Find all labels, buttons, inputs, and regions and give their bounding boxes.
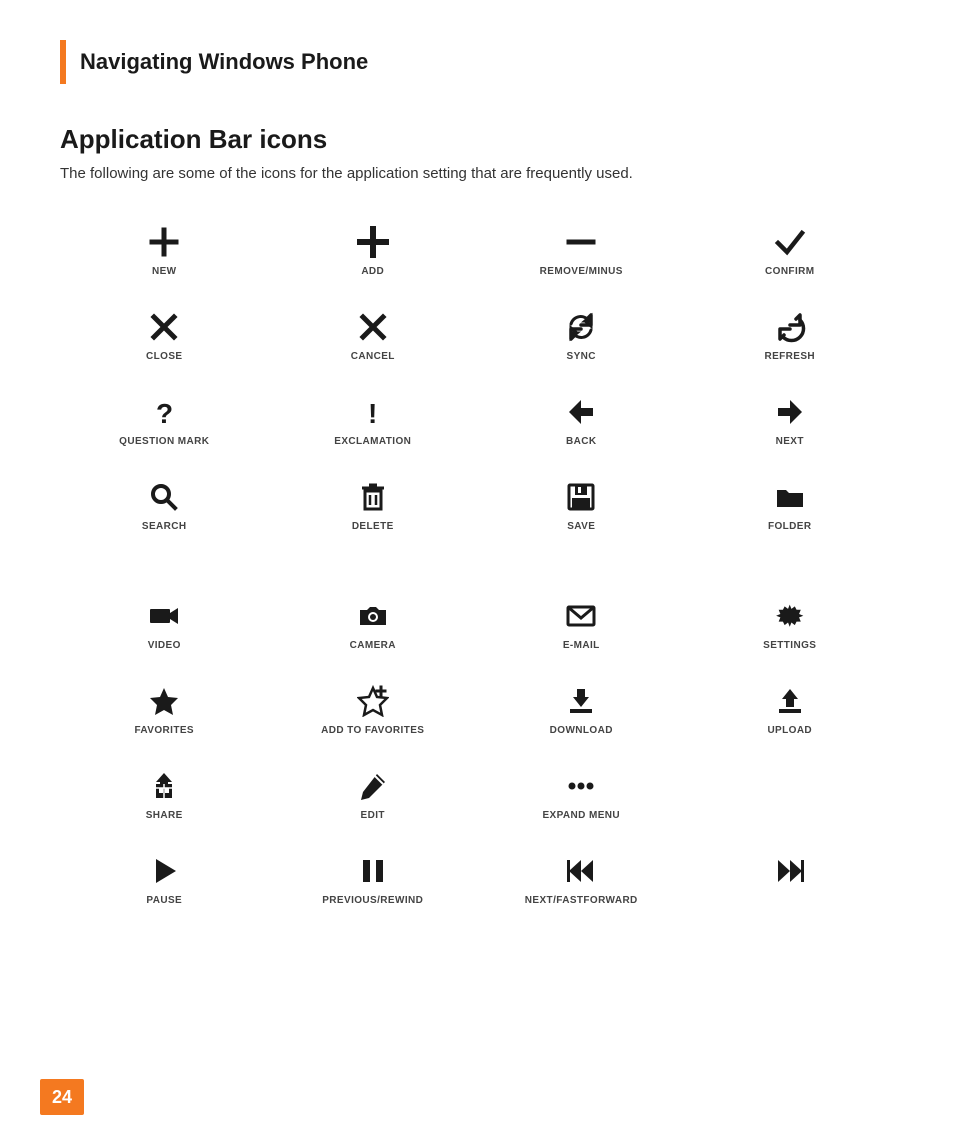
- section-title: Application Bar icons: [60, 124, 894, 155]
- icon-add: ADD: [269, 212, 478, 287]
- icon-expand-menu: EXPAND MENU: [477, 756, 686, 831]
- icon-add-to-favorites: ADD TO FAVORITES: [269, 671, 478, 746]
- icon-upload: UPLOAD: [686, 671, 895, 746]
- icon-next-fastforward: [686, 841, 895, 916]
- icon-remove-minus: REMOVE/MINUS: [477, 212, 686, 287]
- icon-pause: PREVIOUS/REWIND: [269, 841, 478, 916]
- icon-settings: SETTINGS: [686, 586, 895, 661]
- spacer: [477, 552, 686, 576]
- icon-sync: SYNC: [477, 297, 686, 372]
- icon-save-label: SAVE: [567, 521, 595, 532]
- icon-next-label: NEXT: [776, 436, 804, 447]
- spacer: [60, 552, 269, 576]
- icon-favorites: FAVORITES: [60, 671, 269, 746]
- icon-delete: DELETE: [269, 467, 478, 542]
- icon-back-label: BACK: [566, 436, 597, 447]
- svg-text:?: ?: [156, 398, 173, 428]
- section-description: The following are some of the icons for …: [60, 165, 894, 182]
- icon-pause-label: PREVIOUS/REWIND: [322, 895, 423, 906]
- icon-close-label: CLOSE: [146, 351, 182, 362]
- icon-play: PAUSE: [60, 841, 269, 916]
- icon-search-label: SEARCH: [142, 521, 187, 532]
- icon-new: NEW: [60, 212, 269, 287]
- icon-settings-label: SETTINGS: [763, 640, 816, 651]
- icon-exclamation-label: EXCLAMATION: [334, 436, 411, 447]
- icon-camera: CAMERA: [269, 586, 478, 661]
- icon-back: BACK: [477, 382, 686, 457]
- icon-edit: EDIT: [269, 756, 478, 831]
- spacer: [686, 552, 895, 576]
- icon-search: SEARCH: [60, 467, 269, 542]
- icon-folder: FOLDER: [686, 467, 895, 542]
- icon-email: E-MAIL: [477, 586, 686, 661]
- icon-add-to-favorites-label: ADD TO FAVORITES: [321, 725, 424, 736]
- svg-text:!: !: [368, 398, 377, 428]
- icon-download-label: DOWNLOAD: [550, 725, 613, 736]
- page-title: Navigating Windows Phone: [80, 49, 368, 75]
- icon-share: SHARE: [60, 756, 269, 831]
- icon-confirm-label: CONFIRM: [765, 266, 814, 277]
- spacer: [269, 552, 478, 576]
- icon-email-label: E-MAIL: [563, 640, 600, 651]
- icon-remove-minus-label: REMOVE/MINUS: [540, 266, 623, 277]
- icon-confirm: CONFIRM: [686, 212, 895, 287]
- icon-sync-label: SYNC: [567, 351, 596, 362]
- icon-refresh: REFRESH: [686, 297, 895, 372]
- icon-previous-rewind: NEXT/FASTFORWARD: [477, 841, 686, 916]
- page-header: Navigating Windows Phone: [60, 40, 894, 84]
- icon-refresh-label: REFRESH: [764, 351, 815, 362]
- orange-accent-bar: [60, 40, 66, 84]
- icon-folder-label: FOLDER: [768, 521, 812, 532]
- icons-grid: NEW ADD REMOVE/MINUS CONFIRM CLOSE CANCE…: [60, 212, 894, 916]
- icon-video: VIDEO: [60, 586, 269, 661]
- spacer-empty: [686, 756, 895, 831]
- page-number: 24: [40, 1079, 84, 1115]
- icon-next: NEXT: [686, 382, 895, 457]
- icon-favorites-label: FAVORITES: [134, 725, 194, 736]
- icon-question-mark: ? QUESTION MARK: [60, 382, 269, 457]
- icon-video-label: VIDEO: [148, 640, 181, 651]
- icon-add-label: ADD: [361, 266, 384, 277]
- icon-download: DOWNLOAD: [477, 671, 686, 746]
- icon-save: SAVE: [477, 467, 686, 542]
- icon-previous-rewind-label: NEXT/FASTFORWARD: [525, 895, 638, 906]
- icon-play-label: PAUSE: [146, 895, 182, 906]
- icon-question-mark-label: QUESTION MARK: [119, 436, 209, 447]
- icon-exclamation: ! EXCLAMATION: [269, 382, 478, 457]
- icon-expand-menu-label: EXPAND MENU: [542, 810, 620, 821]
- icon-cancel-label: CANCEL: [351, 351, 395, 362]
- icon-share-label: SHARE: [146, 810, 183, 821]
- icon-close: CLOSE: [60, 297, 269, 372]
- icon-camera-label: CAMERA: [350, 640, 396, 651]
- icon-cancel: CANCEL: [269, 297, 478, 372]
- icon-edit-label: EDIT: [361, 810, 385, 821]
- icon-new-label: NEW: [152, 266, 177, 277]
- icon-delete-label: DELETE: [352, 521, 394, 532]
- icon-upload-label: UPLOAD: [767, 725, 812, 736]
